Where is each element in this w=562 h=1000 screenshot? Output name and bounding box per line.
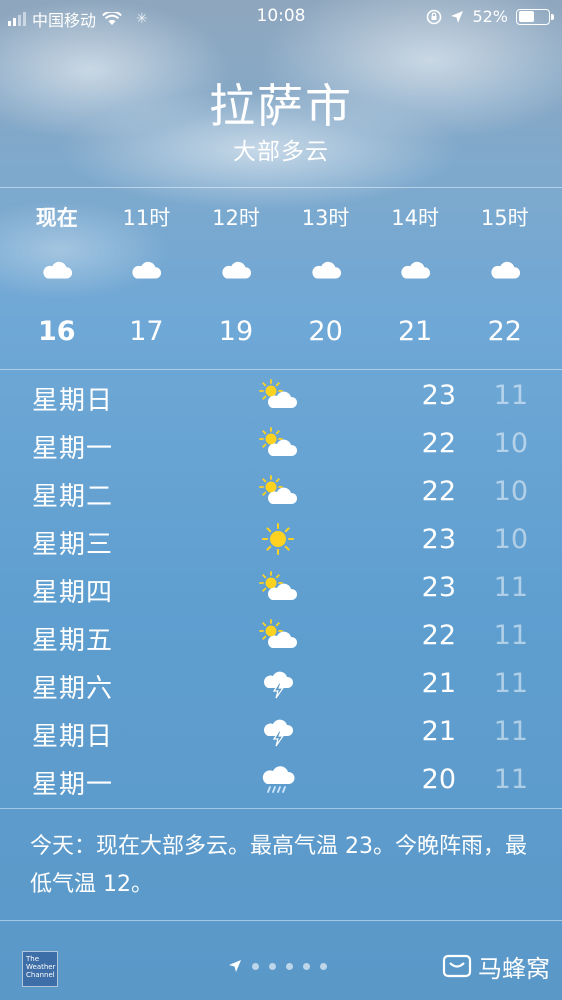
day-high-temperature: 23 — [421, 380, 456, 411]
day-low-temperature: 10 — [493, 428, 528, 459]
hourly-column: 现在 16 — [12, 188, 102, 368]
daily-row: 星期三 23 10 — [0, 516, 562, 564]
divider-daily — [0, 808, 562, 809]
hour-temperature: 22 — [487, 316, 522, 347]
day-name: 星期日 — [32, 722, 114, 752]
cloud-icon — [41, 260, 73, 282]
hour-temperature: 17 — [129, 316, 164, 347]
watermark-text: 马蜂窝 — [478, 955, 550, 983]
day-name: 星期三 — [32, 530, 114, 560]
battery-icon — [516, 8, 554, 25]
cloud-icon — [310, 260, 342, 282]
page-dot — [303, 962, 310, 970]
cloud-icon — [220, 260, 252, 282]
hourly-column: 15时 22 — [460, 188, 550, 368]
daily-row: 星期日 23 11 — [0, 372, 562, 420]
hourly-forecast[interactable]: 现在 16 11时 17 12时 19 13时 20 14时 21 15时 22 — [12, 188, 550, 368]
city-name: 拉萨市 — [209, 79, 353, 133]
hourly-column: 11时 17 — [102, 188, 192, 368]
day-name: 星期六 — [32, 674, 114, 704]
hour-label: 11时 — [122, 206, 171, 230]
daily-row: 星期一 20 11 — [0, 756, 562, 804]
page-dot — [269, 962, 276, 970]
hourly-column: 13时 20 — [281, 188, 371, 368]
hour-label: 13时 — [301, 206, 350, 230]
day-name: 星期一 — [32, 434, 114, 464]
battery-percent: 52% — [472, 7, 508, 26]
day-name: 星期日 — [32, 386, 114, 416]
hour-temperature: 21 — [397, 316, 433, 347]
hour-label: 12时 — [212, 206, 260, 230]
day-high-temperature: 21 — [421, 668, 456, 699]
day-high-temperature: 23 — [421, 572, 456, 603]
day-high-temperature: 23 — [421, 524, 456, 555]
hour-temperature: 20 — [308, 316, 343, 347]
daily-row: 星期六 21 11 — [0, 660, 562, 708]
day-low-temperature: 11 — [493, 716, 528, 747]
day-high-temperature: 22 — [421, 476, 456, 507]
weather-channel-logo-text: The Weather Channel — [26, 955, 56, 979]
hour-label: 现在 — [35, 206, 78, 230]
partly-sunny-icon — [258, 378, 298, 412]
partly-sunny-icon — [258, 618, 298, 652]
partly-sunny-icon — [258, 474, 298, 508]
day-name: 星期五 — [32, 626, 114, 656]
day-high-temperature: 21 — [421, 716, 456, 747]
page-dot — [286, 962, 293, 970]
location-arrow-icon — [451, 10, 464, 23]
cloud-icon — [489, 260, 521, 282]
bottom-bar: The Weather Channel 马蜂窝 — [0, 935, 562, 1000]
page-dot — [252, 962, 259, 970]
day-low-temperature: 11 — [493, 764, 528, 795]
partly-sunny-icon — [258, 426, 298, 460]
weather-channel-logo[interactable]: The Weather Channel — [22, 951, 58, 987]
divider-hourly — [0, 369, 562, 370]
hour-label: 14时 — [391, 206, 440, 230]
day-low-temperature: 11 — [493, 380, 528, 411]
day-high-temperature: 20 — [421, 764, 456, 795]
sun-icon — [258, 522, 298, 556]
thunderstorm-icon — [258, 714, 298, 748]
day-name: 星期二 — [32, 482, 114, 512]
status-bar: 中国移动 ✳ 10:08 52% — [0, 0, 562, 34]
mafengwo-watermark: 马蜂窝 — [442, 949, 550, 984]
partly-sunny-icon — [258, 570, 298, 604]
mafengwo-logo-icon — [442, 954, 472, 977]
today-summary: 今天：现在大部多云。最高气温 23。今晚阵雨，最低气温 12。 — [30, 834, 527, 897]
day-low-temperature: 10 — [493, 476, 528, 507]
daily-row: 星期五 22 11 — [0, 612, 562, 660]
cloud-icon — [399, 260, 431, 282]
current-location-icon — [229, 960, 241, 972]
hour-temperature: 19 — [218, 316, 254, 347]
status-bar-right: 52% — [426, 7, 554, 26]
hourly-column: 12时 19 — [191, 188, 281, 368]
rain-icon — [258, 762, 298, 796]
page-indicator[interactable] — [228, 959, 327, 973]
cloud-icon — [130, 260, 162, 282]
orientation-lock-icon — [427, 9, 442, 24]
day-low-temperature: 10 — [493, 524, 528, 555]
day-low-temperature: 11 — [493, 572, 528, 603]
daily-row: 星期一 22 10 — [0, 420, 562, 468]
day-low-temperature: 11 — [493, 620, 528, 651]
day-high-temperature: 22 — [421, 428, 456, 459]
day-name: 星期一 — [32, 770, 114, 800]
thunderstorm-icon — [258, 666, 298, 700]
divider-summary — [0, 920, 562, 921]
page-dot — [320, 962, 327, 970]
daily-row: 星期日 21 11 — [0, 708, 562, 756]
day-name: 星期四 — [32, 578, 114, 608]
daily-row: 星期四 23 11 — [0, 564, 562, 612]
current-condition: 大部多云 — [233, 139, 329, 165]
day-low-temperature: 11 — [493, 668, 528, 699]
hour-temperature: 16 — [38, 316, 76, 347]
hour-label: 15时 — [480, 206, 529, 230]
daily-row: 星期二 22 10 — [0, 468, 562, 516]
day-high-temperature: 22 — [421, 620, 456, 651]
hourly-column: 14时 21 — [370, 188, 460, 368]
daily-forecast-list[interactable]: 星期日 23 11 星期一 22 10 星期二 22 10 星期三 23 10 星期四 23 11 星期五 22… — [0, 372, 562, 804]
